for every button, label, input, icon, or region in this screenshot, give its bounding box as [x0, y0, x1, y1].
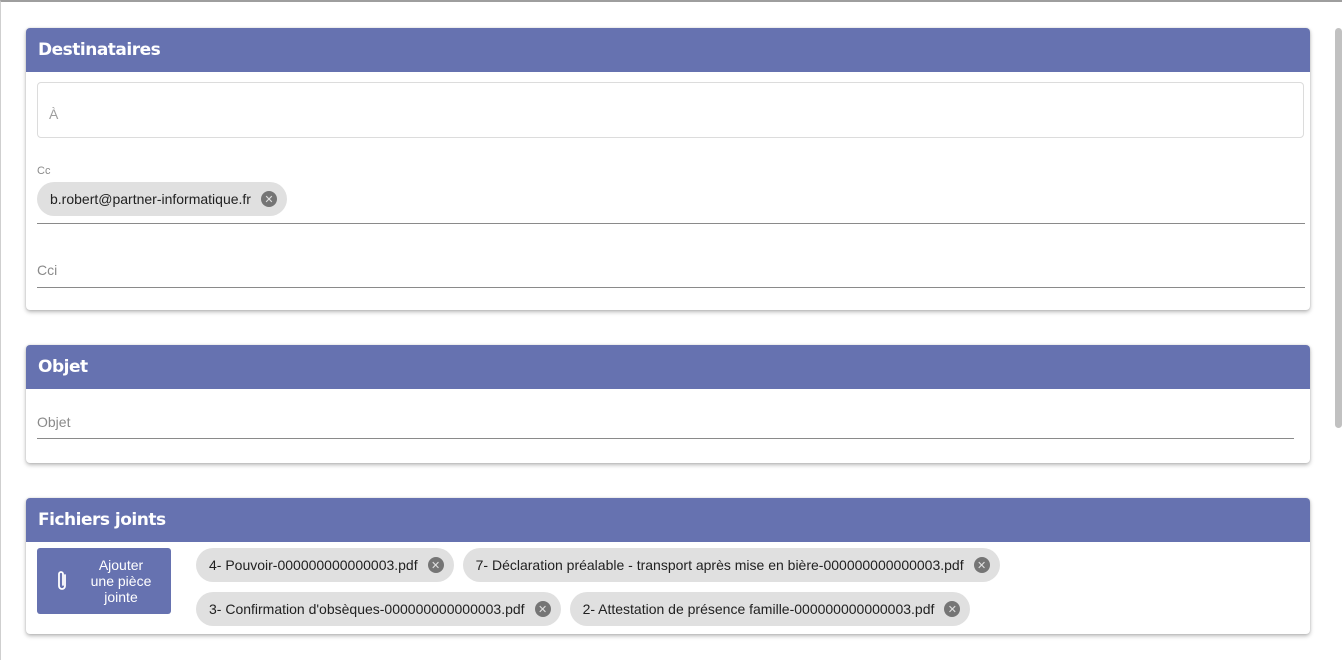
close-circle-icon[interactable]: ✕	[260, 191, 277, 207]
recipients-card: Destinataires À Cc b.robert@partner-info…	[26, 28, 1310, 310]
attachment-chip[interactable]: 7- Déclaration préalable - transport apr…	[462, 548, 1000, 582]
add-attachment-button[interactable]: Ajouter une pièce jointe	[37, 548, 171, 614]
subject-card: Objet Objet	[26, 345, 1310, 463]
attachment-chip[interactable]: 2- Attestation de présence famille-00000…	[569, 592, 971, 626]
add-attachment-label-line3: jointe	[104, 589, 138, 605]
add-attachment-label-line2: une pièce	[90, 573, 152, 589]
attachment-chip-label: 7- Déclaration préalable - transport apr…	[475, 557, 964, 573]
cc-chip[interactable]: b.robert@partner-informatique.fr ✕	[37, 182, 287, 216]
close-circle-icon[interactable]: ✕	[534, 601, 551, 617]
attachment-chip-label: 3- Confirmation d'obsèques-0000000000000…	[209, 601, 525, 617]
subject-header: Objet	[26, 345, 1310, 389]
attachment-list: 4- Pouvoir-000000000000003.pdf ✕ 7- Décl…	[196, 548, 1296, 634]
attachment-chip-label: 2- Attestation de présence famille-00000…	[582, 601, 935, 617]
recipients-header: Destinataires	[26, 28, 1310, 72]
cc-input[interactable]: b.robert@partner-informatique.fr ✕	[37, 182, 1305, 224]
close-circle-icon[interactable]: ✕	[427, 557, 444, 573]
page-scrollbar[interactable]	[1335, 28, 1342, 428]
to-input[interactable]: À	[37, 82, 1304, 138]
attachment-chip[interactable]: 4- Pouvoir-000000000000003.pdf ✕	[196, 548, 454, 582]
email-compose-page: Destinataires À Cc b.robert@partner-info…	[0, 0, 1342, 660]
attachment-chip-label: 4- Pouvoir-000000000000003.pdf	[209, 557, 418, 573]
cc-label: Cc	[37, 165, 51, 177]
close-circle-icon[interactable]: ✕	[973, 557, 990, 573]
attachment-chip[interactable]: 3- Confirmation d'obsèques-0000000000000…	[196, 592, 561, 626]
cc-chip-label: b.robert@partner-informatique.fr	[50, 191, 251, 207]
paperclip-icon	[55, 569, 75, 593]
subject-placeholder: Objet	[37, 414, 71, 430]
to-placeholder: À	[49, 106, 59, 122]
cci-input[interactable]: Cci	[37, 256, 1305, 288]
close-circle-icon[interactable]: ✕	[944, 601, 961, 617]
attachments-header: Fichiers joints	[26, 498, 1310, 542]
attachments-card: Fichiers joints Ajouter une pièce jointe…	[26, 498, 1310, 634]
cci-placeholder: Cci	[37, 262, 58, 278]
add-attachment-label: Ajouter une pièce jointe	[83, 557, 159, 605]
add-attachment-label-line1: Ajouter	[98, 557, 144, 573]
subject-input[interactable]: Objet	[37, 409, 1294, 439]
